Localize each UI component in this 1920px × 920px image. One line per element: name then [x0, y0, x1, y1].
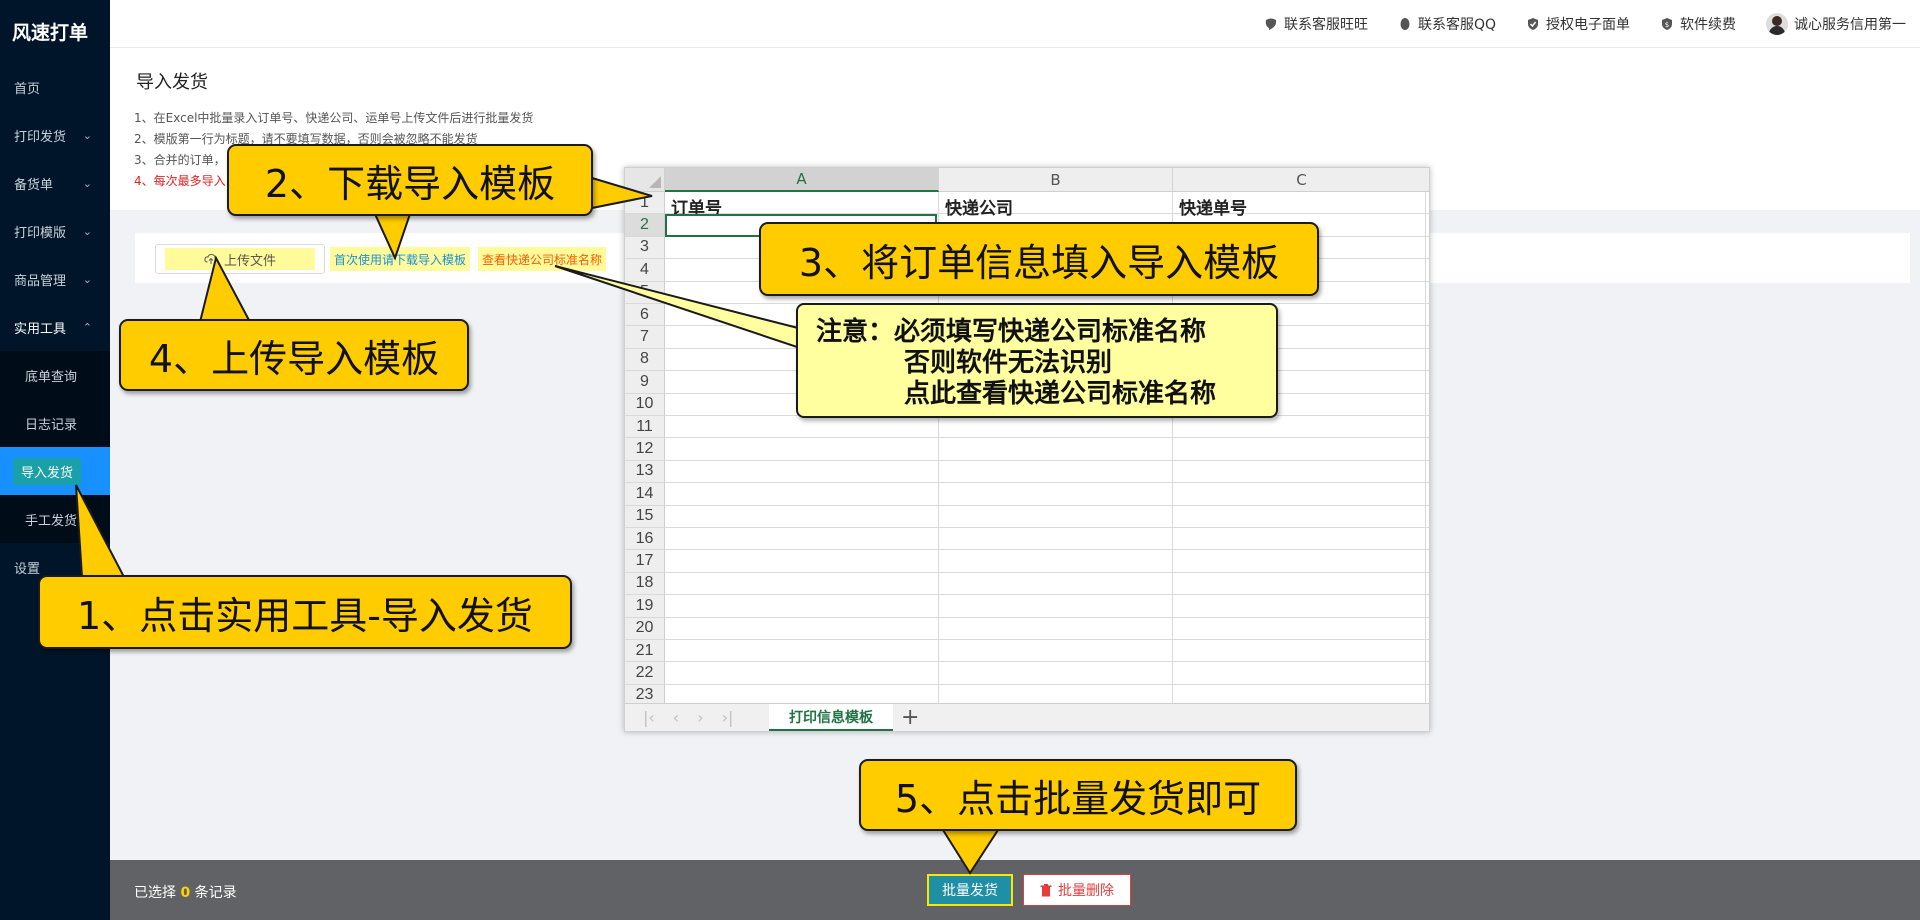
- row-number: 2: [625, 214, 665, 237]
- page-title: 导入发货: [136, 72, 208, 93]
- qq-icon: [1400, 18, 1410, 30]
- nav-stock-list[interactable]: 备货单 ⌄: [0, 159, 110, 207]
- batch-delete-button[interactable]: 批量删除: [1023, 874, 1131, 906]
- top-header: 联系客服旺旺 联系客服QQ 授权电子面单 $ 软件续费 诚心服务信用第一: [110, 0, 1920, 48]
- contact-qq-link[interactable]: 联系客服QQ: [1398, 14, 1496, 34]
- callout-step-2: 2、下载导入模板: [227, 144, 593, 216]
- chevron-down-icon: ⌄: [82, 272, 92, 286]
- row-number: 17: [625, 550, 665, 573]
- row-number: 7: [625, 326, 665, 349]
- nav-sub-manual-ship[interactable]: 手工发货: [0, 495, 110, 543]
- courier-standard-names-link[interactable]: 查看快递公司标准名称: [478, 247, 607, 271]
- sheet-tabs-bar: |‹ ‹ › ›| 打印信息模板 +: [625, 703, 1429, 731]
- prev-sheet-icon: ‹: [672, 708, 680, 727]
- row-number: 18: [625, 572, 665, 596]
- selection-count: 已选择 0 条记录: [134, 885, 237, 901]
- next-sheet-icon: ›: [697, 708, 704, 727]
- sheet-tab: 打印信息模板: [769, 704, 893, 731]
- row-number: 13: [625, 460, 665, 484]
- sheet-nav: |‹ ‹ › ›|: [643, 708, 733, 727]
- row-number: 19: [625, 595, 665, 618]
- nav-product-management[interactable]: 商品管理 ⌄: [0, 255, 110, 303]
- row-number: 3: [625, 236, 665, 260]
- trash-icon: [1040, 883, 1052, 896]
- chevron-down-icon: ⌄: [82, 176, 92, 190]
- callout-step-1: 1、点击实用工具-导入发货: [38, 575, 572, 649]
- row-number: 8: [625, 348, 665, 372]
- callout-step-4: 4、上传导入模板: [119, 319, 469, 391]
- upload-cloud-icon: [204, 253, 218, 264]
- row-number: 14: [625, 483, 665, 506]
- batch-send-button[interactable]: 批量发货: [927, 874, 1013, 906]
- app-logo: 风速打单: [12, 22, 89, 44]
- contact-wangwang-link[interactable]: 联系客服旺旺: [1264, 14, 1368, 34]
- last-sheet-icon: ›|: [721, 708, 734, 727]
- row-number: 6: [625, 304, 665, 327]
- header-cell-tracking-no: 快递单号: [1179, 199, 1247, 219]
- select-all-corner: [625, 168, 665, 192]
- user-menu[interactable]: 诚心服务信用第一: [1766, 13, 1906, 35]
- add-sheet-icon: +: [901, 705, 920, 730]
- chevron-down-icon: ⌄: [82, 224, 92, 238]
- nav-utilities[interactable]: 实用工具 ⌃: [0, 303, 110, 351]
- row-number: 20: [625, 617, 665, 640]
- chevron-down-icon: ⌄: [82, 128, 92, 142]
- wangwang-icon: [1265, 18, 1277, 30]
- callout-step-3: 3、将订单信息填入导入模板: [759, 222, 1319, 296]
- row-number: 11: [625, 416, 665, 439]
- download-template-link[interactable]: 首次使用请下载导入模板: [330, 247, 471, 271]
- row-number: 12: [625, 438, 665, 461]
- row-number: 5: [625, 281, 665, 304]
- callout-step-5: 5、点击批量发货即可: [859, 759, 1297, 831]
- instruction-line: 1、在Excel中批量录入订单号、快递公司、运单号上传文件后进行批量发货: [134, 111, 534, 125]
- row-number: 16: [625, 528, 665, 551]
- nav-print-ship[interactable]: 打印发货 ⌄: [0, 111, 110, 159]
- row-number: 9: [625, 371, 665, 394]
- nav-print-template[interactable]: 打印模版 ⌄: [0, 207, 110, 255]
- callout-note: 注意：必须填写快递公司标准名称 否则软件无法识别 点此查看快递公司标准名称: [796, 303, 1278, 418]
- column-header-a: A: [665, 168, 939, 192]
- svg-text:$: $: [1665, 21, 1669, 29]
- nav-sub-receipt-query[interactable]: 底单查询: [0, 351, 110, 399]
- header-cell-order-no: 订单号: [671, 199, 722, 219]
- sidebar: 风速打单 首页 打印发货 ⌄ 备货单 ⌄ 打印模版 ⌄ 商品管理 ⌄ 实用工具 ⌃ 底单查…: [0, 0, 110, 920]
- row-number: 21: [625, 640, 665, 663]
- row-number: 4: [625, 259, 665, 282]
- upload-file-button[interactable]: 上传文件: [155, 244, 325, 274]
- avatar: [1766, 13, 1788, 35]
- authorize-waybill-link[interactable]: 授权电子面单: [1526, 14, 1630, 34]
- first-sheet-icon: |‹: [643, 708, 655, 727]
- row-number: 10: [625, 393, 665, 416]
- nav-home[interactable]: 首页: [0, 63, 110, 111]
- shield-dollar-icon: $: [1662, 18, 1672, 30]
- header-cell-courier: 快递公司: [945, 199, 1013, 219]
- chevron-up-icon: ⌃: [82, 320, 92, 334]
- header-links: 联系客服旺旺 联系客服QQ 授权电子面单 $ 软件续费 诚心服务信用第一: [1264, 0, 1906, 48]
- row-number: 1: [625, 192, 665, 215]
- nav-sub-import-ship[interactable]: 导入发货: [0, 447, 110, 495]
- column-header-c: C: [1173, 168, 1429, 192]
- nav-sub-log[interactable]: 日志记录: [0, 399, 110, 447]
- row-number: 15: [625, 505, 665, 528]
- shield-check-icon: [1528, 18, 1538, 30]
- footer-bar: 已选择 0 条记录 批量发货 批量删除: [110, 860, 1920, 920]
- row-number: 22: [625, 662, 665, 685]
- renew-software-link[interactable]: $ 软件续费: [1660, 14, 1736, 34]
- column-header-b: B: [939, 168, 1173, 192]
